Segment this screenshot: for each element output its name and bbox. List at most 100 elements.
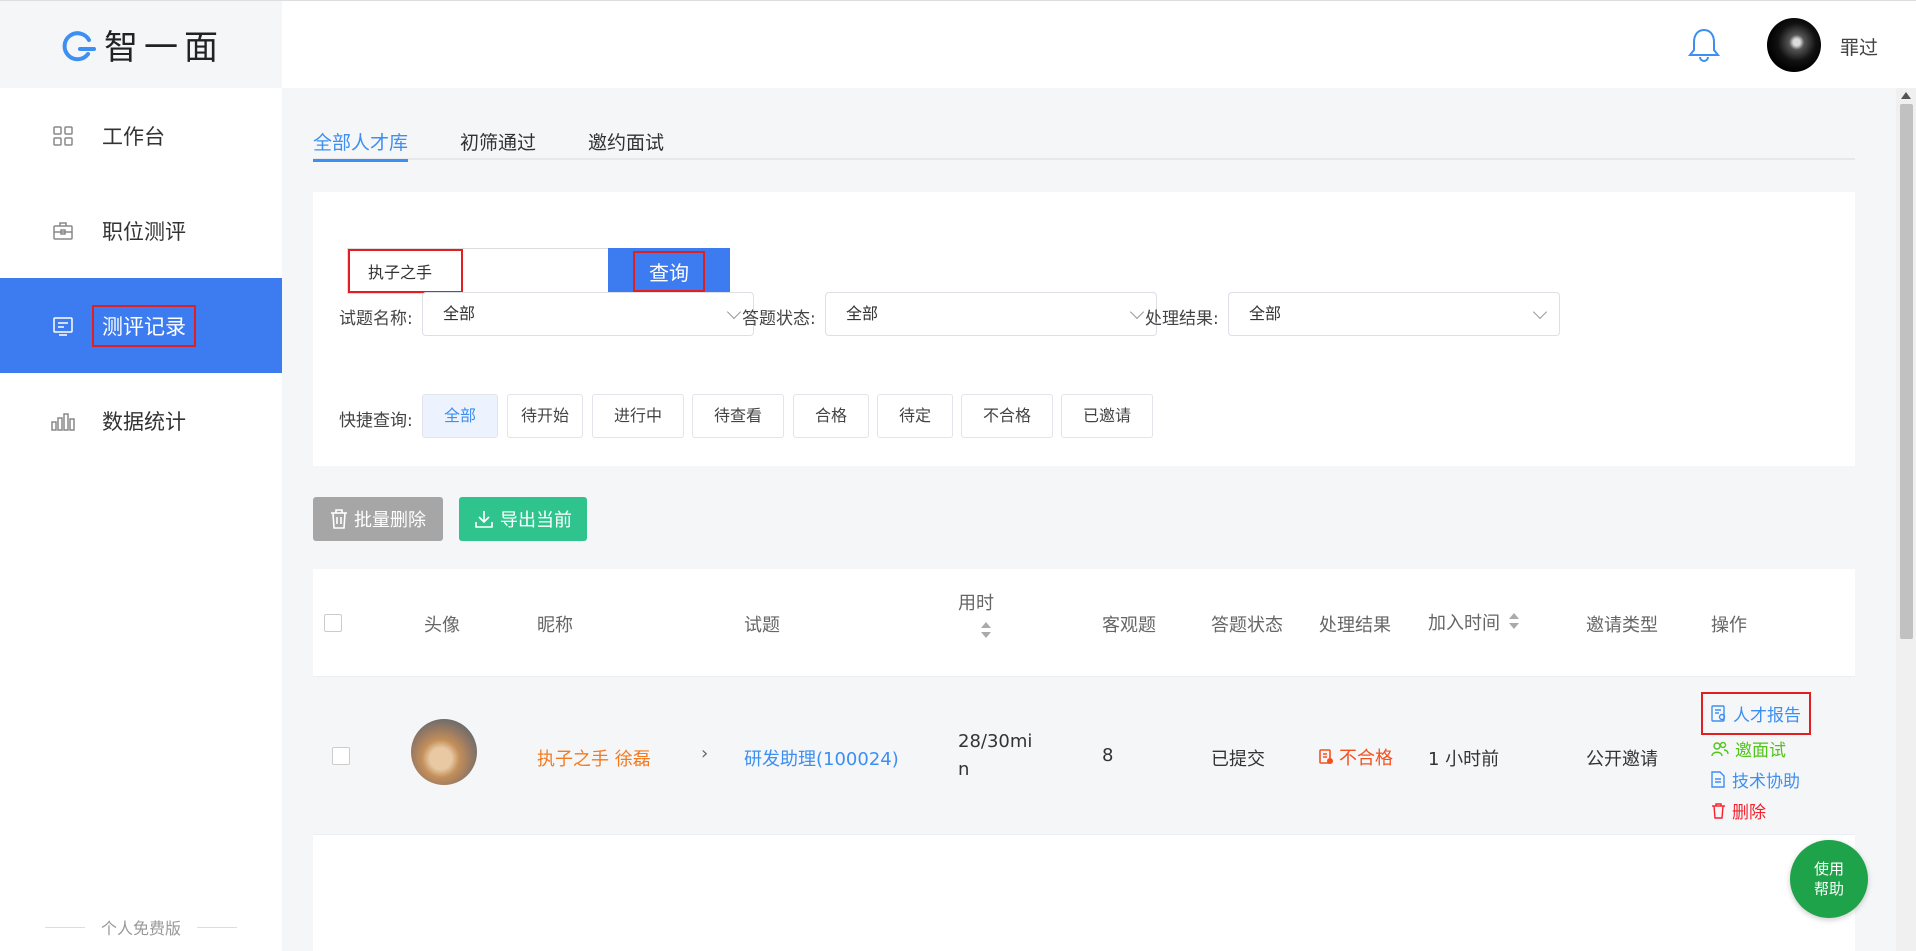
help-button[interactable]: 使用 帮助 xyxy=(1790,840,1868,918)
help-line1: 使用 xyxy=(1813,860,1844,878)
chevron-down-icon xyxy=(1532,304,1548,320)
batch-delete-button[interactable]: 批量删除 xyxy=(313,497,443,541)
col-exam: 试题 xyxy=(744,615,780,636)
record-icon xyxy=(50,313,76,339)
sidebar-item-eval-records[interactable]: 测评记录 xyxy=(0,278,282,373)
col-result: 处理结果 xyxy=(1319,615,1391,636)
quick-filter-pending[interactable]: 待开始 xyxy=(507,394,583,438)
tab-screened[interactable]: 初筛通过 xyxy=(460,128,536,160)
duration-line1: 28/30mi xyxy=(958,731,1033,752)
sidebar-item-label: 数据统计 xyxy=(102,409,186,434)
briefcase-icon xyxy=(50,218,76,244)
col-objective: 客观题 xyxy=(1102,615,1156,636)
main-content: 全部人才库 初筛通过 邀约面试 查询 试题名称: 全部 答题状态: 全部 处理结… xyxy=(282,88,1896,951)
bar-chart-icon xyxy=(50,408,76,434)
quick-filter-to-review[interactable]: 待查看 xyxy=(692,394,784,438)
quick-filter-all[interactable]: 全部 xyxy=(422,394,498,438)
tab-all-talent[interactable]: 全部人才库 xyxy=(313,128,409,162)
user-avatar[interactable] xyxy=(1767,18,1821,72)
sort-icon[interactable] xyxy=(1509,612,1519,630)
sidebar-item-label: 工作台 xyxy=(102,124,165,149)
status-select[interactable]: 全部 xyxy=(825,292,1157,336)
divider xyxy=(197,926,237,928)
result-filter-label: 处理结果: xyxy=(1145,309,1219,329)
select-all-checkbox[interactable] xyxy=(324,614,342,632)
col-joined[interactable]: 加入时间 xyxy=(1428,609,1500,635)
search-button-label: 查询 xyxy=(633,250,705,292)
status-select-value: 全部 xyxy=(846,304,879,323)
delete-label: 删除 xyxy=(1732,803,1766,823)
export-label: 导出当前 xyxy=(500,510,572,531)
tech-assist-label: 技术协助 xyxy=(1732,772,1800,792)
exam-select-value: 全部 xyxy=(443,304,476,323)
result-label: 不合格 xyxy=(1339,748,1393,769)
talent-report-link[interactable]: 人才报告 xyxy=(1701,692,1811,735)
talent-report-label: 人才报告 xyxy=(1733,706,1801,726)
scrollbar-thumb[interactable] xyxy=(1900,104,1913,639)
export-button[interactable]: 导出当前 xyxy=(459,497,587,541)
joined-time: 1 小时前 xyxy=(1428,749,1500,770)
table-header: 头像 昵称 试题 用时 客观题 答题状态 处理结果 加入时间 邀请类型 操作 xyxy=(313,569,1855,677)
tab-invited[interactable]: 邀约面试 xyxy=(588,128,664,160)
app-root: 智一面 工作台 职位测评 测评记录 数据统计 个人免费版 罪过 全部人才库 初筛… xyxy=(0,0,1916,951)
sidebar-item-position-eval[interactable]: 职位测评 xyxy=(0,183,282,278)
bell-icon[interactable] xyxy=(1687,27,1721,63)
brand-logo[interactable]: 智一面 xyxy=(0,0,282,88)
quick-filter-qualified[interactable]: 合格 xyxy=(793,394,869,438)
col-avatar: 头像 xyxy=(424,615,460,636)
col-nickname: 昵称 xyxy=(537,615,573,636)
col-status: 答题状态 xyxy=(1211,615,1283,636)
sidebar-item-workbench[interactable]: 工作台 xyxy=(0,88,282,183)
tech-assist-link[interactable]: 技术协助 xyxy=(1711,764,1805,795)
duration-line2: n xyxy=(958,759,970,780)
help-line2: 帮助 xyxy=(1813,880,1844,898)
candidate-avatar xyxy=(411,719,477,785)
quick-filter-invited[interactable]: 已邀请 xyxy=(1061,394,1153,438)
objective-score: 8 xyxy=(1102,745,1114,766)
scroll-up-arrow-icon[interactable] xyxy=(1901,92,1911,99)
sidebar-item-stats[interactable]: 数据统计 xyxy=(0,373,282,468)
top-header: 罪过 xyxy=(282,0,1916,88)
invite-type: 公开邀请 xyxy=(1586,749,1658,770)
quick-filter-undecided[interactable]: 待定 xyxy=(877,394,953,438)
sidebar-item-label: 职位测评 xyxy=(102,219,186,244)
quick-filter-label: 快捷查询: xyxy=(339,411,413,431)
plan-label: 个人免费版 xyxy=(100,919,181,938)
exam-select[interactable]: 全部 xyxy=(422,292,754,336)
quick-filter-in-progress[interactable]: 进行中 xyxy=(592,394,684,438)
status-filter-label: 答题状态: xyxy=(742,309,816,329)
sort-icon[interactable] xyxy=(981,621,991,639)
grid-icon xyxy=(50,123,76,149)
username[interactable]: 罪过 xyxy=(1840,33,1878,60)
search-button[interactable]: 查询 xyxy=(608,248,730,294)
delete-link[interactable]: 删除 xyxy=(1711,795,1805,826)
users-icon xyxy=(1711,741,1729,756)
tab-bar: 全部人才库 初筛通过 邀约面试 xyxy=(313,128,1855,162)
result-badge[interactable]: 不合格 xyxy=(1319,744,1393,770)
search-input[interactable] xyxy=(348,249,463,293)
row-actions: 人才报告 邀面试 技术协助 删除 xyxy=(1701,692,1811,826)
invite-interview-link[interactable]: 邀面试 xyxy=(1711,733,1805,764)
trash-icon xyxy=(331,509,347,529)
invite-interview-label: 邀面试 xyxy=(1735,741,1786,761)
result-select[interactable]: 全部 xyxy=(1228,292,1560,336)
row-checkbox[interactable] xyxy=(332,747,350,765)
filter-panel: 查询 试题名称: 全部 答题状态: 全部 处理结果: 全部 快捷查询: 全部 待… xyxy=(313,192,1855,466)
trash-icon xyxy=(1712,802,1725,819)
chevron-down-icon xyxy=(726,304,742,320)
col-ops: 操作 xyxy=(1711,615,1747,636)
chevron-right-icon[interactable]: › xyxy=(701,743,708,764)
quick-filter-unqualified[interactable]: 不合格 xyxy=(961,394,1053,438)
report-icon xyxy=(1711,705,1726,722)
col-invite-type: 邀请类型 xyxy=(1586,615,1658,636)
download-icon xyxy=(475,511,493,528)
records-table: 头像 昵称 试题 用时 客观题 答题状态 处理结果 加入时间 邀请类型 操作 执… xyxy=(313,569,1855,951)
col-duration[interactable]: 用时 xyxy=(958,589,994,615)
logo-icon xyxy=(62,30,96,61)
table-row: 执子之手 徐磊 › 研发助理(100024) 28/30mi n 8 已提交 不… xyxy=(313,677,1855,835)
exam-filter-label: 试题名称: xyxy=(339,309,413,329)
batch-delete-label: 批量删除 xyxy=(354,510,426,531)
exam-link[interactable]: 研发助理(100024) xyxy=(744,745,899,771)
candidate-nickname[interactable]: 执子之手 徐磊 xyxy=(537,745,651,771)
sidebar-item-label: 测评记录 xyxy=(92,304,196,347)
